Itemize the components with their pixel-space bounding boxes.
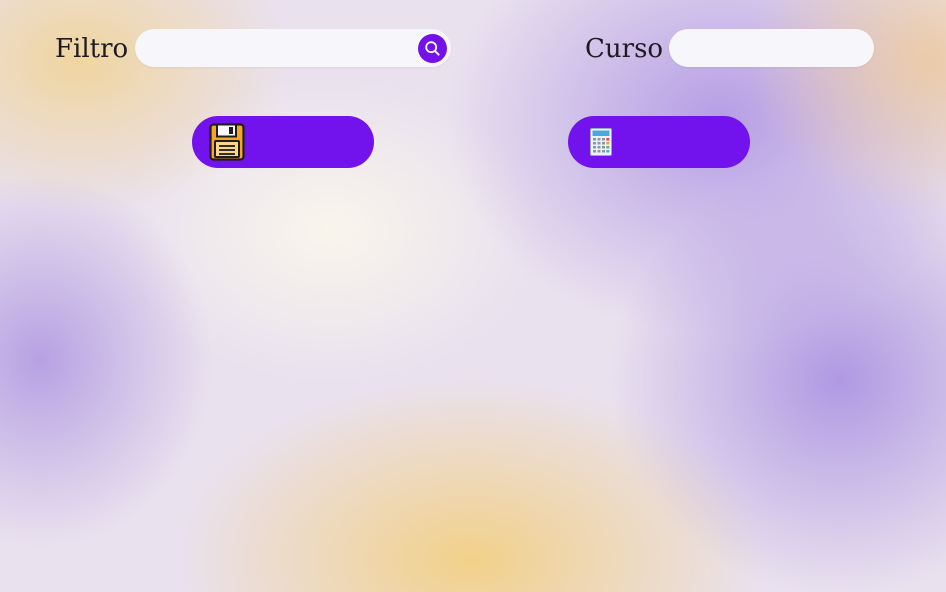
save-button[interactable]	[192, 116, 374, 168]
floppy-disk-icon	[209, 123, 245, 161]
calculator-icon	[590, 128, 612, 156]
search-icon	[424, 40, 441, 57]
calculate-button[interactable]	[568, 116, 750, 168]
filter-input[interactable]	[135, 29, 451, 67]
filter-label: Filtro	[55, 34, 129, 64]
course-input[interactable]	[669, 29, 874, 67]
search-button[interactable]	[418, 34, 447, 63]
course-field	[669, 29, 874, 67]
course-label: Curso	[585, 34, 664, 64]
filter-field	[135, 29, 451, 67]
